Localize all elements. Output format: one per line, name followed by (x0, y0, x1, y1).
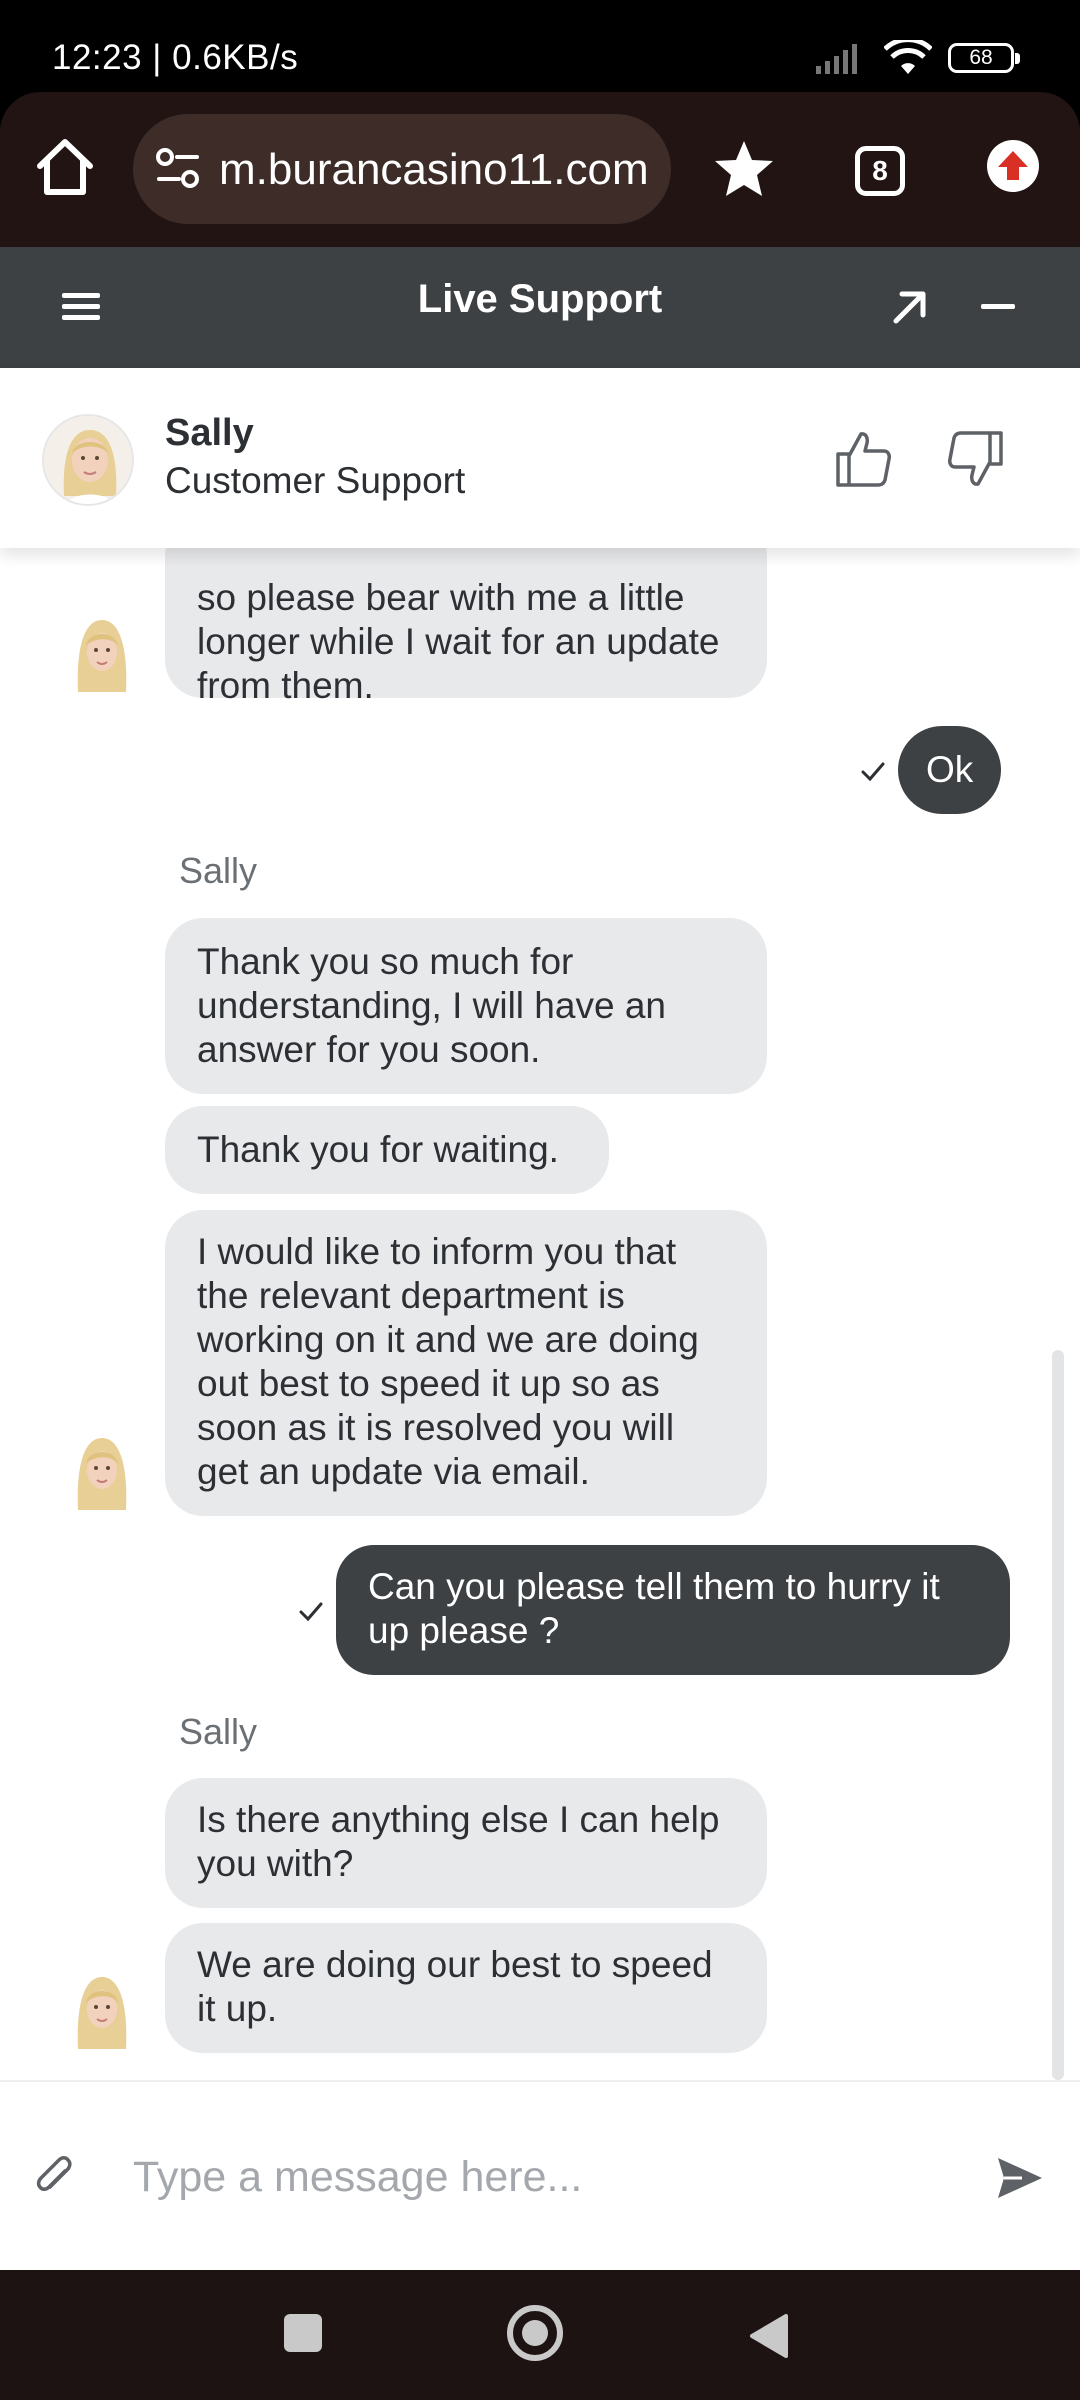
agent-message: Thank you so much for understanding, I w… (165, 918, 767, 1094)
status-icons: 68 (816, 40, 1020, 76)
message-input[interactable] (133, 2142, 953, 2212)
agent-message: Thank you for waiting. (165, 1106, 609, 1194)
chat-transcript[interactable]: so please bear with me a little longer w… (0, 548, 1080, 2080)
system-nav-bar (0, 2270, 1080, 2400)
sent-check-icon (861, 762, 885, 782)
agent-message: Is there anything else I can help you wi… (165, 1778, 767, 1908)
url-bar[interactable]: m.burancasino11.com (133, 114, 671, 224)
wifi-icon (884, 40, 932, 74)
user-message: Can you please tell them to hurry it up … (336, 1545, 1010, 1675)
status-time: 12:23 | 0.6KB/s (52, 38, 299, 77)
browser-toolbar: m.burancasino11.com 8 (0, 92, 1080, 247)
back-button[interactable] (748, 2312, 790, 2360)
thumbs-down-icon[interactable] (948, 430, 1004, 488)
recents-button[interactable] (284, 2314, 322, 2352)
agent-avatar (42, 414, 134, 506)
sent-check-icon (299, 1602, 323, 1622)
update-icon[interactable] (987, 140, 1039, 192)
sender-label: Sally (179, 1711, 258, 1752)
battery-icon: 68 (948, 43, 1020, 73)
agent-avatar-small (77, 620, 127, 692)
thumbs-up-icon[interactable] (835, 430, 891, 488)
agent-info-bar: Sally Customer Support (0, 368, 1080, 548)
user-message: Ok (898, 726, 1002, 814)
agent-avatar-small (77, 1438, 127, 1510)
url-text: m.burancasino11.com (219, 145, 649, 194)
agent-name: Sally (165, 412, 254, 454)
signal-icon (816, 44, 857, 74)
agent-avatar-small (77, 1977, 127, 2049)
sender-label: Sally (179, 850, 258, 891)
minimize-icon[interactable] (981, 304, 1015, 309)
send-icon[interactable] (996, 2156, 1044, 2200)
status-bar: 12:23 | 0.6KB/s 68 (0, 0, 1080, 92)
chat-scrollbar[interactable] (1052, 1350, 1064, 2080)
agent-message: I would like to inform you that the rele… (165, 1210, 767, 1516)
home-icon[interactable] (30, 132, 100, 202)
popout-icon[interactable] (888, 285, 932, 329)
agent-role: Customer Support (165, 460, 466, 501)
tab-switcher-button[interactable]: 8 (855, 146, 905, 196)
live-support-header: Live Support (0, 247, 1080, 368)
home-button[interactable] (507, 2305, 563, 2361)
agent-message: We are doing our best to speed it up. (165, 1923, 767, 2053)
site-settings-icon[interactable] (155, 147, 201, 191)
agent-message: so please bear with me a little longer w… (165, 548, 767, 706)
message-composer (0, 2080, 1080, 2270)
attach-icon[interactable] (35, 2155, 75, 2201)
bookmark-star-icon[interactable] (712, 137, 776, 201)
